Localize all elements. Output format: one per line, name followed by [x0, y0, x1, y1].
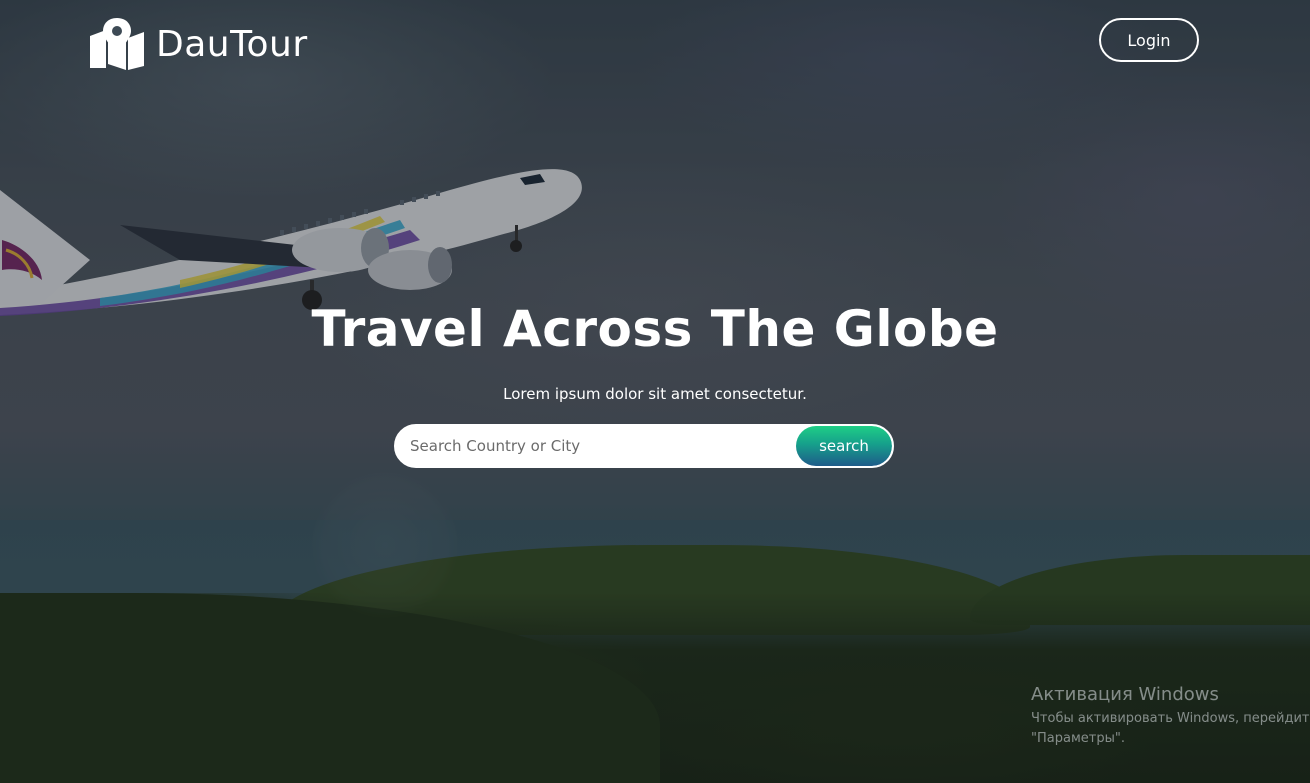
navbar: DauTour Login [0, 0, 1310, 90]
map-pin-icon [90, 18, 144, 70]
watermark-line: Чтобы активировать Windows, перейдит [1031, 711, 1310, 726]
hero-section: DauTour Login Travel Across The Globe Lo… [0, 0, 1310, 783]
hero-title: Travel Across The Globe [311, 300, 999, 358]
windows-activation-watermark: Активация Windows Чтобы активировать Win… [1031, 684, 1310, 749]
search-button[interactable]: search [796, 426, 892, 466]
watermark-line: "Параметры". [1031, 731, 1125, 746]
brand-name: DauTour [156, 23, 308, 65]
watermark-title: Активация Windows [1031, 684, 1219, 705]
search-input[interactable] [396, 426, 796, 466]
search-bar: search [394, 424, 894, 468]
hero-subtitle: Lorem ipsum dolor sit amet consectetur. [503, 385, 807, 403]
login-button[interactable]: Login [1099, 18, 1199, 62]
brand-logo[interactable]: DauTour [88, 18, 308, 70]
